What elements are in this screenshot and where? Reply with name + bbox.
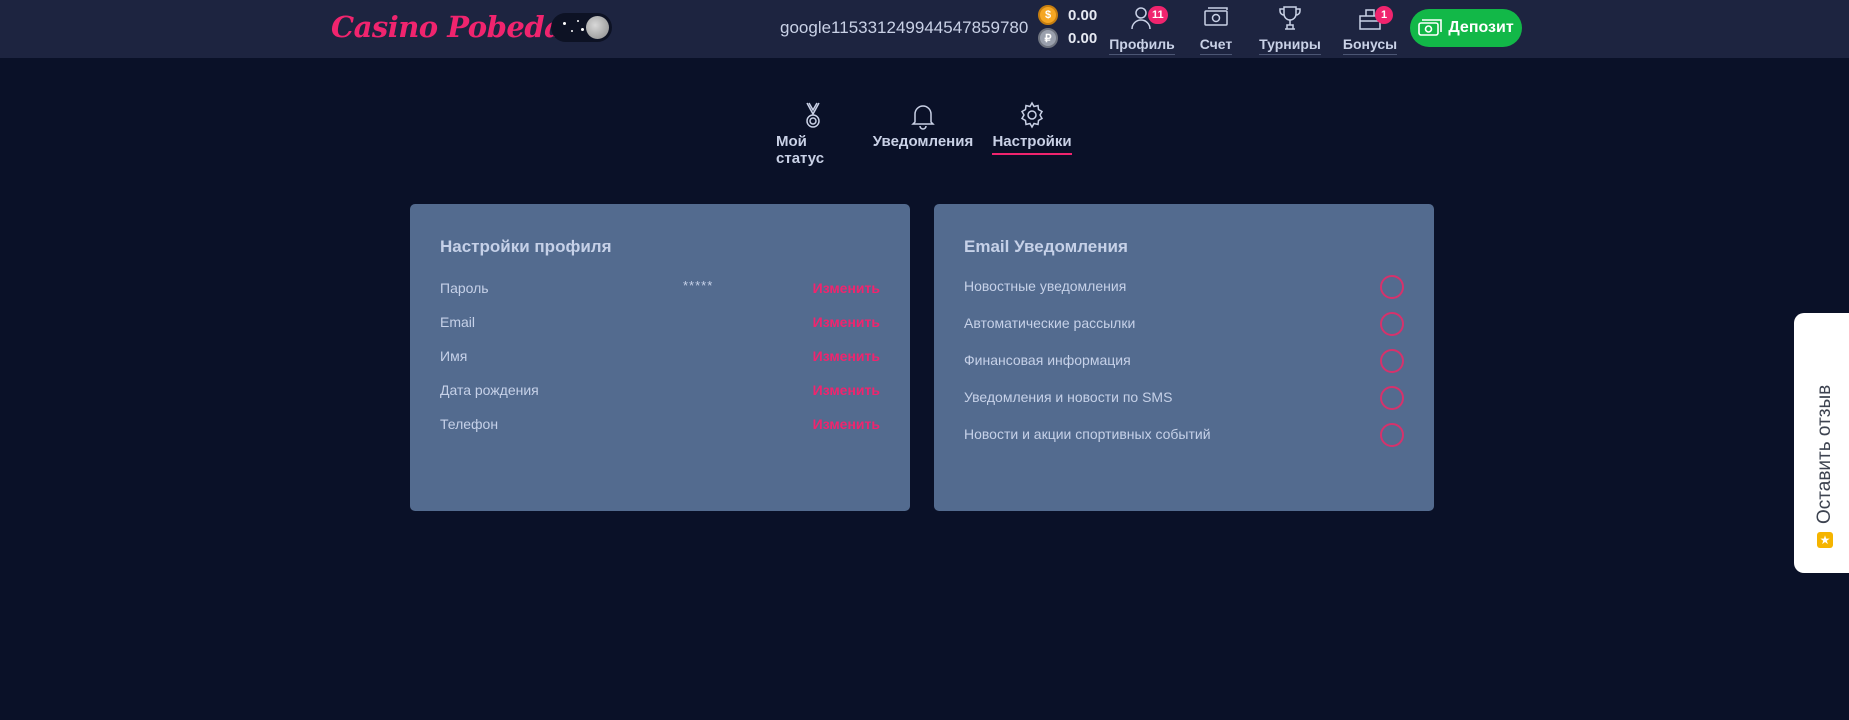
theme-toggle[interactable] — [551, 13, 612, 42]
gold-coin-icon: $ — [1038, 5, 1058, 25]
star-icon: ★ — [1817, 532, 1833, 548]
list-item: Дата рождения Изменить — [440, 379, 880, 403]
list-item: Пароль ***** Изменить — [440, 277, 880, 301]
row-label: Уведомления и новости по SMS — [964, 389, 1173, 405]
row-label: Телефон — [440, 416, 499, 432]
tab-settings-label: Настройки — [992, 133, 1072, 155]
tab-my-status-label: Мой статус — [776, 133, 825, 167]
change-email-link[interactable]: Изменить — [813, 314, 880, 330]
gear-icon — [1020, 101, 1044, 129]
sports-news-toggle[interactable] — [1380, 423, 1404, 447]
list-item: Имя Изменить — [440, 345, 880, 369]
balance-rub: ₽ 0.00 — [1038, 28, 1097, 48]
row-label: Имя — [440, 348, 468, 364]
cash-icon — [1204, 7, 1228, 26]
feedback-label-wrap: ★ Оставить отзыв — [1814, 385, 1836, 548]
password-mask: ***** — [683, 278, 714, 293]
row-label: Email — [440, 314, 476, 330]
list-item: Email Изменить — [440, 311, 880, 335]
logo[interactable]: Casino Pobeda — [331, 10, 563, 44]
list-item: Новости и акции спортивных событий — [964, 423, 1404, 447]
tab-notifications-label: Уведомления — [872, 133, 974, 150]
nav-tournaments-label: Турниры — [1259, 36, 1321, 55]
list-item: Автоматические рассылки — [964, 312, 1404, 336]
medal-icon — [806, 102, 820, 128]
bonuses-badge: 1 — [1375, 6, 1393, 24]
change-password-link[interactable]: Изменить — [813, 280, 880, 296]
news-notifications-toggle[interactable] — [1380, 275, 1404, 299]
email-notifications-title: Email Уведомления — [964, 237, 1128, 256]
list-item: Телефон Изменить — [440, 413, 880, 437]
row-label: Дата рождения — [440, 382, 539, 398]
bell-icon — [911, 105, 935, 130]
nav-account[interactable]: Счет — [1199, 4, 1233, 56]
moon-icon — [586, 16, 609, 39]
settings-tabs: Мой статус Уведомления Настройки — [0, 100, 1849, 167]
feedback-tab[interactable]: ★ Оставить отзыв — [1794, 313, 1849, 573]
sms-notifications-toggle[interactable] — [1380, 386, 1404, 410]
email-notifications-card: Email Уведомления Новостные уведомления … — [934, 204, 1434, 511]
auto-mailing-toggle[interactable] — [1380, 312, 1404, 336]
profile-settings-title: Настройки профиля — [440, 237, 612, 256]
list-item: Финансовая информация — [964, 349, 1404, 373]
feedback-label: Оставить отзыв — [1814, 384, 1835, 524]
row-label: Новости и акции спортивных событий — [964, 426, 1211, 442]
profile-badge: 11 — [1148, 6, 1168, 24]
nav-account-label: Счет — [1199, 36, 1233, 55]
balance-usd: $ 0.00 — [1038, 5, 1097, 25]
change-phone-link[interactable]: Изменить — [813, 416, 880, 432]
deposit-button[interactable]: Депозит — [1410, 9, 1522, 47]
deposit-label: Депозит — [1448, 19, 1514, 36]
row-label: Финансовая информация — [964, 352, 1131, 368]
nav-profile[interactable]: 11 Профиль — [1109, 4, 1175, 56]
change-birthdate-link[interactable]: Изменить — [813, 382, 880, 398]
row-label: Автоматические рассылки — [964, 315, 1136, 331]
tab-notifications[interactable]: Уведомления — [873, 100, 973, 153]
nav-tournaments[interactable]: Турниры — [1259, 4, 1321, 56]
balance-value: 0.00 — [1068, 6, 1098, 24]
trophy-icon — [1279, 6, 1301, 30]
top-bar: Casino Pobeda google11533124994454785978… — [0, 0, 1849, 58]
balance-value: 0.00 — [1068, 29, 1098, 47]
row-label: Новостные уведомления — [964, 278, 1127, 294]
list-item: Новостные уведомления — [964, 275, 1404, 299]
username: google115331249944547859780 — [780, 18, 1029, 37]
row-label: Пароль — [440, 280, 489, 296]
financial-info-toggle[interactable] — [1380, 349, 1404, 373]
profile-settings-card: Настройки профиля Пароль ***** Изменить … — [410, 204, 910, 511]
cash-icon — [1418, 19, 1443, 36]
nav-bonuses-label: Бонусы — [1342, 36, 1398, 55]
tab-my-status[interactable]: Мой статус — [776, 100, 850, 170]
change-name-link[interactable]: Изменить — [813, 348, 880, 364]
list-item: Уведомления и новости по SMS — [964, 386, 1404, 410]
silver-coin-icon: ₽ — [1038, 28, 1058, 48]
nav-bonuses[interactable]: 1 Бонусы — [1342, 4, 1398, 56]
nav-profile-label: Профиль — [1109, 36, 1175, 55]
tab-settings[interactable]: Настройки — [992, 100, 1072, 155]
